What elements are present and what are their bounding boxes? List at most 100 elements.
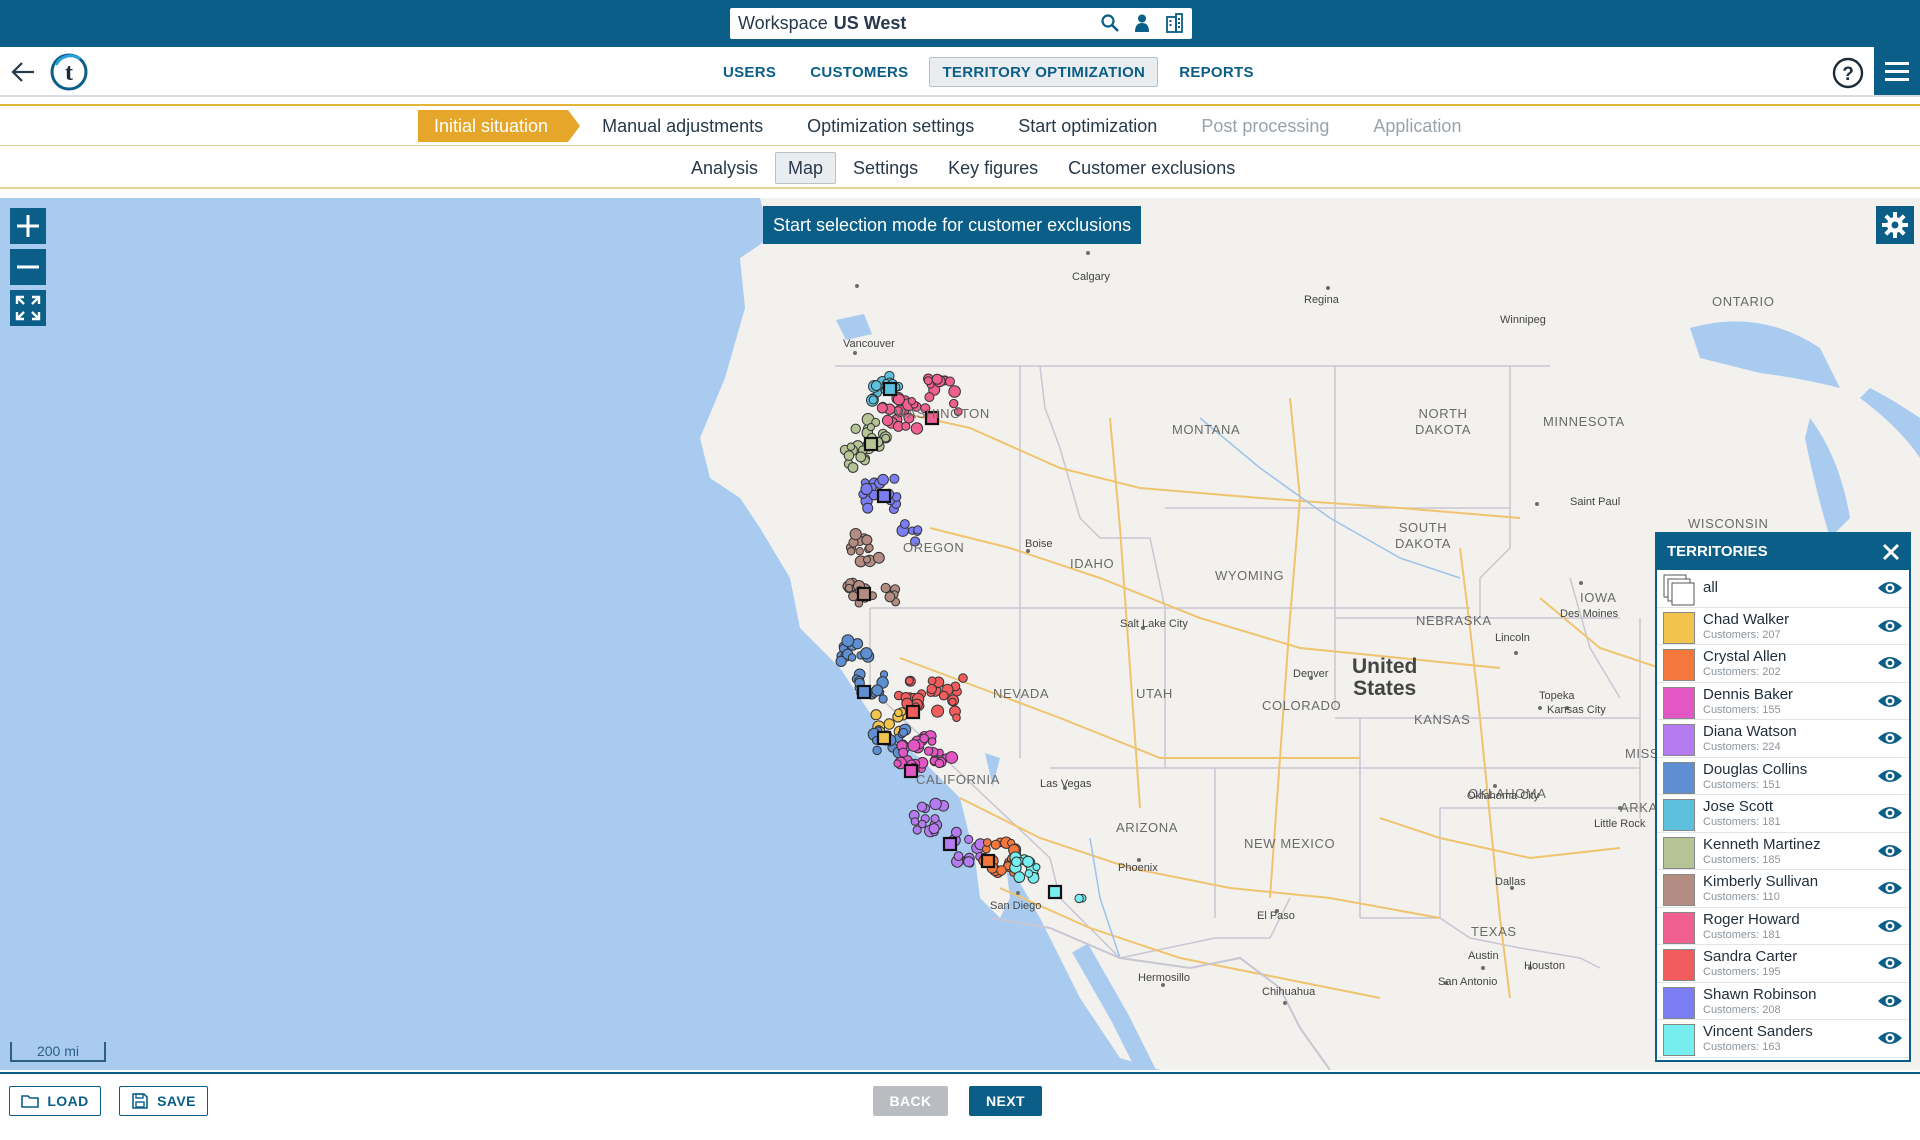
customer-point xyxy=(860,647,873,660)
territory-center-marker xyxy=(863,436,879,452)
territory-color-swatch[interactable] xyxy=(1663,1024,1695,1056)
customer-point xyxy=(889,473,900,484)
eye-icon[interactable] xyxy=(1877,879,1903,897)
territory-row[interactable]: Jose Scott Customers: 181 xyxy=(1657,795,1909,833)
state-label: IOWA xyxy=(1580,590,1617,605)
state-label: ONTARIO xyxy=(1712,294,1775,309)
step-initial-situation[interactable]: Initial situation xyxy=(418,110,581,142)
search-icon[interactable] xyxy=(1100,13,1120,33)
subtab-key-figures[interactable]: Key figures xyxy=(935,152,1051,184)
territory-color-swatch[interactable] xyxy=(1663,649,1695,681)
step-optimization-settings[interactable]: Optimization settings xyxy=(785,110,996,142)
customer-point xyxy=(931,373,943,385)
state-label: NEW MEXICO xyxy=(1244,836,1336,851)
territories-panel-header: TERRITORIES xyxy=(1657,534,1909,570)
city-label: Phoenix xyxy=(1118,862,1158,874)
nav-tab-reports[interactable]: REPORTS xyxy=(1166,57,1267,87)
territory-color-swatch[interactable] xyxy=(1663,986,1695,1019)
territory-row[interactable]: Sandra Carter Customers: 195 xyxy=(1657,945,1909,983)
territory-color-swatch[interactable] xyxy=(1663,761,1695,794)
territory-row[interactable]: Roger Howard Customers: 181 xyxy=(1657,908,1909,945)
territory-color-swatch[interactable] xyxy=(1663,611,1695,644)
territory-color-swatch[interactable] xyxy=(1663,836,1695,869)
minus-icon xyxy=(17,265,39,269)
territory-customer-count: Customers: 151 xyxy=(1703,778,1781,791)
subtab-analysis[interactable]: Analysis xyxy=(678,152,771,184)
territory-row[interactable]: Diana Watson Customers: 224 xyxy=(1657,720,1909,758)
zoom-in-button[interactable] xyxy=(10,208,46,244)
territory-color-swatch[interactable] xyxy=(1663,724,1695,756)
workspace-label: Workspace xyxy=(738,13,828,33)
eye-icon[interactable] xyxy=(1877,917,1903,935)
svg-text:t: t xyxy=(65,60,73,86)
back-button[interactable]: BACK xyxy=(873,1086,948,1116)
city-label: Salt Lake City xyxy=(1120,618,1188,630)
back-arrow-icon[interactable] xyxy=(10,59,36,85)
customer-point xyxy=(905,676,914,686)
eye-icon[interactable] xyxy=(1877,617,1903,635)
customer-point xyxy=(855,451,867,463)
state-label: NORTH DAKOTA xyxy=(1414,406,1472,437)
eye-icon[interactable] xyxy=(1877,842,1903,860)
hamburger-menu-icon[interactable] xyxy=(1874,47,1920,95)
territory-center-marker xyxy=(856,586,872,602)
customer-point xyxy=(924,392,935,403)
nav-tab-users[interactable]: USERS xyxy=(710,57,789,87)
building-icon[interactable] xyxy=(1164,13,1184,33)
territory-row[interactable]: Crystal Allen Customers: 202 xyxy=(1657,645,1909,683)
city-label: Saint Paul xyxy=(1570,496,1621,508)
fit-extent-button[interactable] xyxy=(10,290,46,326)
map-canvas[interactable] xyxy=(0,198,1920,1070)
map-settings-button[interactable] xyxy=(1876,206,1914,244)
nav-tabs: USERS CUSTOMERS TERRITORY OPTIMIZATION REPO… xyxy=(710,57,1267,87)
eye-icon[interactable] xyxy=(1877,1029,1903,1047)
customer-point xyxy=(910,422,924,435)
nav-tab-customers[interactable]: CUSTOMERS xyxy=(797,57,921,87)
step-start-optimization[interactable]: Start optimization xyxy=(996,110,1179,142)
help-icon[interactable]: ? xyxy=(1832,57,1864,89)
territory-map[interactable]: MONTANA NORTH DAKOTA MINNESOTA SOUTH DAKOTA… xyxy=(0,198,1920,1070)
next-button[interactable]: NEXT xyxy=(969,1086,1042,1116)
territory-color-swatch[interactable] xyxy=(1663,686,1695,719)
eye-icon[interactable] xyxy=(1877,729,1903,747)
subtabs: Analysis Map Settings Key figures Customer e… xyxy=(678,152,1248,184)
territory-row[interactable]: Shawn Robinson Customers: 208 xyxy=(1657,983,1909,1020)
app-logo-icon[interactable]: t xyxy=(50,53,88,91)
territory-row-all[interactable]: all xyxy=(1657,570,1909,608)
eye-icon[interactable] xyxy=(1877,692,1903,710)
customer-point xyxy=(847,462,859,473)
city-label: Des Moines xyxy=(1560,608,1619,620)
subtab-customer-exclusions[interactable]: Customer exclusions xyxy=(1055,152,1248,184)
eye-icon[interactable] xyxy=(1877,804,1903,822)
eye-icon[interactable] xyxy=(1877,579,1903,597)
territory-color-swatch[interactable] xyxy=(1663,799,1695,831)
eye-icon[interactable] xyxy=(1877,954,1903,972)
eye-icon[interactable] xyxy=(1877,654,1903,672)
close-icon[interactable] xyxy=(1879,540,1903,564)
customer-point xyxy=(990,839,1001,850)
eye-icon[interactable] xyxy=(1877,767,1903,785)
subtab-settings[interactable]: Settings xyxy=(840,152,931,184)
load-button[interactable]: LOAD xyxy=(9,1086,101,1116)
nav-tab-territory-optimization[interactable]: TERRITORY OPTIMIZATION xyxy=(929,57,1159,87)
user-icon[interactable] xyxy=(1132,13,1152,33)
territory-row[interactable]: Kenneth Martinez Customers: 185 xyxy=(1657,833,1909,870)
save-button[interactable]: SAVE xyxy=(119,1086,208,1116)
territory-row[interactable]: Douglas Collins Customers: 151 xyxy=(1657,758,1909,795)
start-selection-mode-button[interactable]: Start selection mode for customer exclus… xyxy=(763,206,1142,244)
eye-icon[interactable] xyxy=(1877,992,1903,1010)
step-manual-adjustments[interactable]: Manual adjustments xyxy=(580,110,785,142)
territory-row[interactable]: Dennis Baker Customers: 155 xyxy=(1657,683,1909,720)
territory-color-swatch[interactable] xyxy=(1663,874,1695,906)
customer-point xyxy=(945,376,955,387)
territory-row[interactable]: Chad Walker Customers: 207 xyxy=(1657,608,1909,645)
territory-color-swatch[interactable] xyxy=(1663,911,1695,944)
territory-color-swatch[interactable] xyxy=(1663,949,1695,981)
zoom-out-button[interactable] xyxy=(10,249,46,285)
customer-point xyxy=(929,797,942,811)
territory-row[interactable]: Vincent Sanders Customers: 163 xyxy=(1657,1020,1909,1058)
subtab-map[interactable]: Map xyxy=(775,152,837,184)
workspace-selector[interactable]: Workspace US West xyxy=(730,8,1192,39)
state-label: SOUTH DAKOTA xyxy=(1394,520,1452,551)
territory-row[interactable]: Kimberly Sullivan Customers: 110 xyxy=(1657,870,1909,908)
